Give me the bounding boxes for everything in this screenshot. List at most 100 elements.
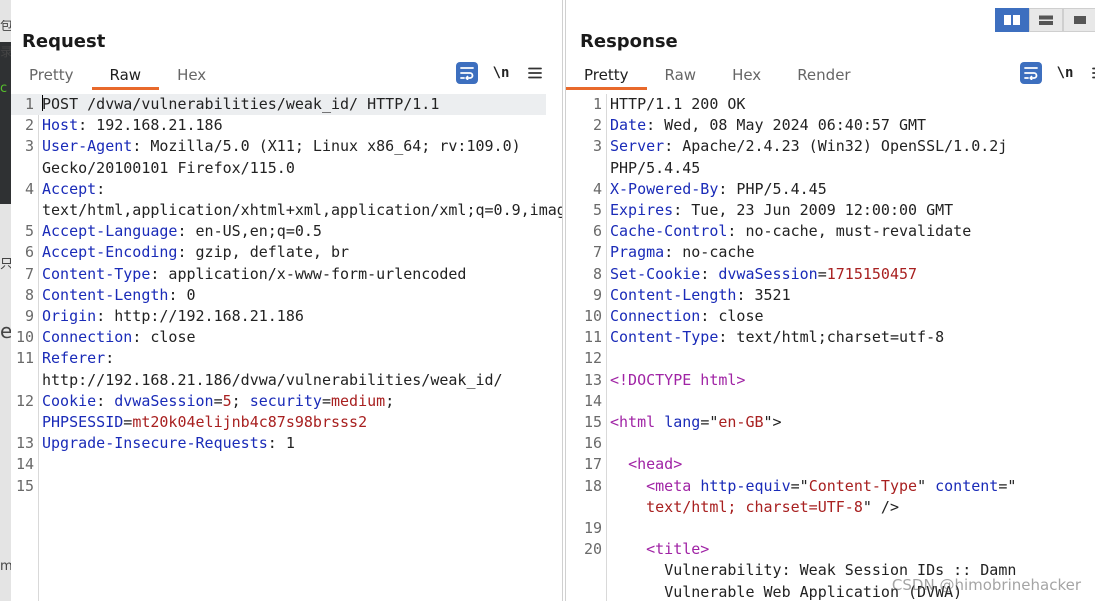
code-token: : 0 — [168, 285, 196, 304]
edge-fragment: e — [0, 320, 11, 342]
word-wrap-icon[interactable] — [1020, 62, 1042, 84]
show-newlines-icon[interactable]: \n — [490, 62, 512, 84]
response-pane: Response Pretty Raw Hex Render \n 1 HTTP/1.1… — [565, 0, 1095, 601]
background-terminal-strip — [0, 42, 11, 204]
request-tab-pretty[interactable]: Pretty — [11, 64, 92, 90]
code-token: : close — [700, 307, 764, 326]
single-layout-button[interactable] — [1063, 8, 1095, 32]
code-token: : text/html,application/xhtml+xml,applic… — [42, 179, 562, 220]
code-line: 15 <html lang="en-GB"> — [566, 412, 1095, 433]
code-line: 6 Cache-Control: no-cache, must-revalidat… — [566, 221, 1095, 242]
response-tab-raw[interactable]: Raw — [647, 64, 715, 90]
response-editor[interactable]: 1 HTTP/1.1 200 OK 2 Date: Wed, 08 May 2024 … — [566, 94, 1095, 601]
response-tab-render[interactable]: Render — [779, 64, 868, 90]
line-number: 12 — [15, 391, 34, 410]
line-text: Content-Type: application/x-www-form-url… — [38, 264, 546, 285]
line-text: <html lang="en-GB"> — [606, 412, 1070, 433]
code-token: : — [700, 264, 719, 283]
line-number: 16 — [583, 434, 602, 453]
line-text — [606, 348, 1070, 369]
code-line: 9 Origin: http://192.168.21.186 — [11, 306, 546, 327]
code-token: : http://192.168.21.186/dvwa/vulnerabili… — [42, 349, 503, 389]
line-text: Cache-Control: no-cache, must-revalidate — [606, 221, 1070, 242]
menu-icon[interactable] — [1088, 62, 1095, 84]
code-token: = — [817, 264, 827, 283]
code-token: : 1 — [267, 434, 295, 453]
code-token: Content-Type — [808, 476, 918, 495]
line-number: 9 — [24, 307, 34, 326]
line-text: Content-Type: text/html;charset=utf-8 — [606, 327, 1070, 348]
code-line: 5 Expires: Tue, 23 Jun 2009 12:00:00 GMT — [566, 200, 1095, 221]
code-token: http-equiv — [700, 476, 791, 495]
request-lines: 1 POST /dvwa/vulnerabilities/weak_id/ HTT… — [11, 94, 562, 497]
line-number: 5 — [592, 201, 602, 220]
line-text: HTTP/1.1 200 OK — [606, 94, 1070, 115]
code-token: dvwaSession — [718, 264, 818, 283]
code-token: content — [935, 476, 999, 495]
code-token: =" — [700, 413, 719, 432]
code-line: 17 <head> — [566, 454, 1095, 475]
line-number: 10 — [15, 328, 34, 347]
code-line: 14 — [11, 454, 546, 475]
edge-fragment: m — [0, 560, 11, 574]
request-tab-hex[interactable]: Hex — [159, 64, 224, 90]
code-token: <meta — [646, 476, 701, 495]
code-token: text/html; charset=UTF-8 — [646, 497, 863, 516]
code-token: Host — [42, 116, 79, 135]
word-wrap-icon[interactable] — [456, 62, 478, 84]
code-token: : en-US,en;q=0.5 — [177, 222, 322, 241]
stacked-layout-button[interactable] — [1029, 8, 1063, 32]
code-line: 4 Accept: text/html,application/xhtml+xml… — [11, 179, 562, 221]
code-token: : PHP/5.4.45 — [718, 179, 827, 198]
code-token: = — [123, 413, 133, 432]
watermark: CSDN @himobrinehacker — [891, 576, 1081, 594]
response-tab-pretty[interactable]: Pretty — [566, 64, 647, 90]
code-token: 1715150457 — [826, 264, 918, 283]
code-token: X-Powered-By — [610, 179, 719, 198]
code-line: 7 Pragma: no-cache — [566, 242, 1095, 263]
response-tab-hex[interactable]: Hex — [714, 64, 779, 90]
code-token: Accept — [42, 179, 97, 198]
code-token: : no-cache, must-revalidate — [727, 222, 972, 241]
edge-fragment: 只 — [0, 258, 11, 272]
line-number: 3 — [592, 137, 602, 156]
line-number: 20 — [583, 540, 602, 559]
request-editor[interactable]: 1 POST /dvwa/vulnerabilities/weak_id/ HTT… — [11, 94, 562, 601]
request-tab-raw[interactable]: Raw — [91, 64, 160, 90]
code-token: Connection — [610, 307, 701, 326]
code-token: = — [321, 391, 331, 410]
line-text — [606, 433, 1070, 454]
code-line: 13 <!DOCTYPE html> — [566, 370, 1095, 391]
line-number: 11 — [15, 349, 34, 368]
line-text: Accept: text/html,application/xhtml+xml,… — [38, 179, 562, 221]
code-token: <!DOCTYPE html> — [610, 370, 746, 389]
line-number: 15 — [583, 413, 602, 432]
code-token: HTTP/1.1 200 OK — [610, 95, 746, 113]
line-text: Origin: http://192.168.21.186 — [38, 306, 546, 327]
code-line: 11 Referer: http://192.168.21.186/dvwa/vu… — [11, 348, 546, 390]
line-text — [38, 476, 546, 497]
side-by-side-layout-button[interactable] — [995, 8, 1029, 32]
code-token: Cookie — [42, 391, 97, 410]
code-line: 15 — [11, 476, 546, 497]
code-line: 2 Date: Wed, 08 May 2024 06:40:57 GMT — [566, 115, 1095, 136]
columns-icon — [1004, 15, 1020, 25]
code-token: security — [249, 391, 322, 410]
code-token: : close — [132, 328, 196, 347]
code-token: : text/html;charset=utf-8 — [718, 328, 945, 347]
code-line: 10 Connection: close — [566, 306, 1095, 327]
response-title: Response — [580, 31, 678, 52]
line-text: Accept-Encoding: gzip, deflate, br — [38, 242, 546, 263]
code-token: Cache-Control — [610, 222, 728, 241]
word-wrap-icon-glyph — [460, 67, 474, 80]
show-newlines-icon[interactable]: \n — [1054, 62, 1076, 84]
code-token: " /> — [862, 497, 899, 516]
line-number: 4 — [592, 179, 602, 198]
code-token: Content-Length — [42, 285, 169, 304]
menu-icon[interactable] — [524, 62, 546, 84]
line-text: Connection: close — [38, 327, 546, 348]
code-line: 5 Accept-Language: en-US,en;q=0.5 — [11, 221, 546, 242]
request-tabs: Pretty Raw Hex — [11, 64, 224, 92]
code-token: Upgrade-Insecure-Requests — [42, 434, 268, 453]
